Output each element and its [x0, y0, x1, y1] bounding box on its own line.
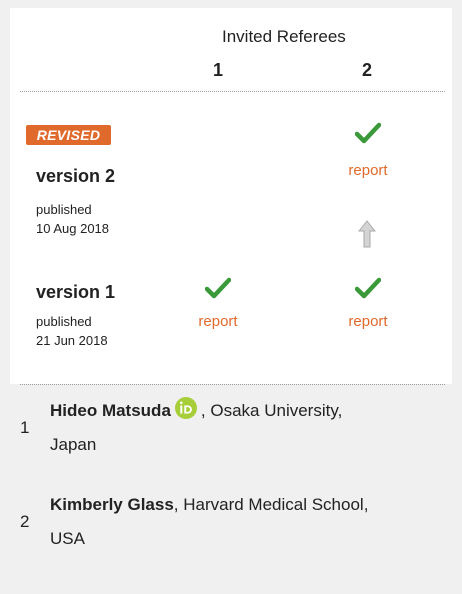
header-divider: [20, 91, 445, 92]
revised-badge: REVISED: [26, 125, 111, 145]
version-1-referee-1-check-icon: [205, 277, 231, 299]
invited-referees-heading: Invited Referees: [222, 27, 346, 46]
referee-column-1: 1: [213, 60, 224, 80]
referee-1-affiliation: , Osaka University,: [200, 401, 343, 420]
referee-2-country: USA: [50, 529, 85, 548]
referees-divider: [20, 384, 445, 385]
version-2-referee-2-report-link[interactable]: report: [338, 162, 398, 179]
referee-1-entry: Hideo Matsuda , Osaka University, Japan: [50, 394, 450, 462]
referee-1-name[interactable]: Hideo Matsuda: [50, 401, 171, 420]
version-2-date: 10 Aug 2018: [36, 221, 110, 236]
version-1-referee-1-report-link[interactable]: report: [188, 313, 248, 330]
referee-2-number: 2: [20, 512, 30, 531]
referee-2-entry: Kimberly Glass, Harvard Medical School, …: [50, 488, 450, 556]
referee-2-name[interactable]: Kimberly Glass: [50, 495, 174, 514]
referee-column-2: 2: [362, 60, 373, 80]
referee-1-country: Japan: [50, 435, 97, 454]
version-2-label: version 2: [36, 166, 116, 186]
referee-2-affiliation: , Harvard Medical School,: [173, 495, 369, 514]
version-2-referee-2-check-icon: [355, 122, 381, 144]
referee-1-number: 1: [20, 418, 30, 437]
version-1-referee-2-report-link[interactable]: report: [338, 313, 398, 330]
version-2-published-label: published: [36, 202, 92, 217]
version-1-published-label: published: [36, 314, 92, 329]
arrow-up-icon: [358, 220, 376, 248]
orcid-icon[interactable]: [174, 397, 197, 419]
version-1-referee-2-check-icon: [355, 277, 381, 299]
version-1-label: version 1: [36, 282, 116, 302]
version-1-date: 21 Jun 2018: [36, 333, 108, 348]
